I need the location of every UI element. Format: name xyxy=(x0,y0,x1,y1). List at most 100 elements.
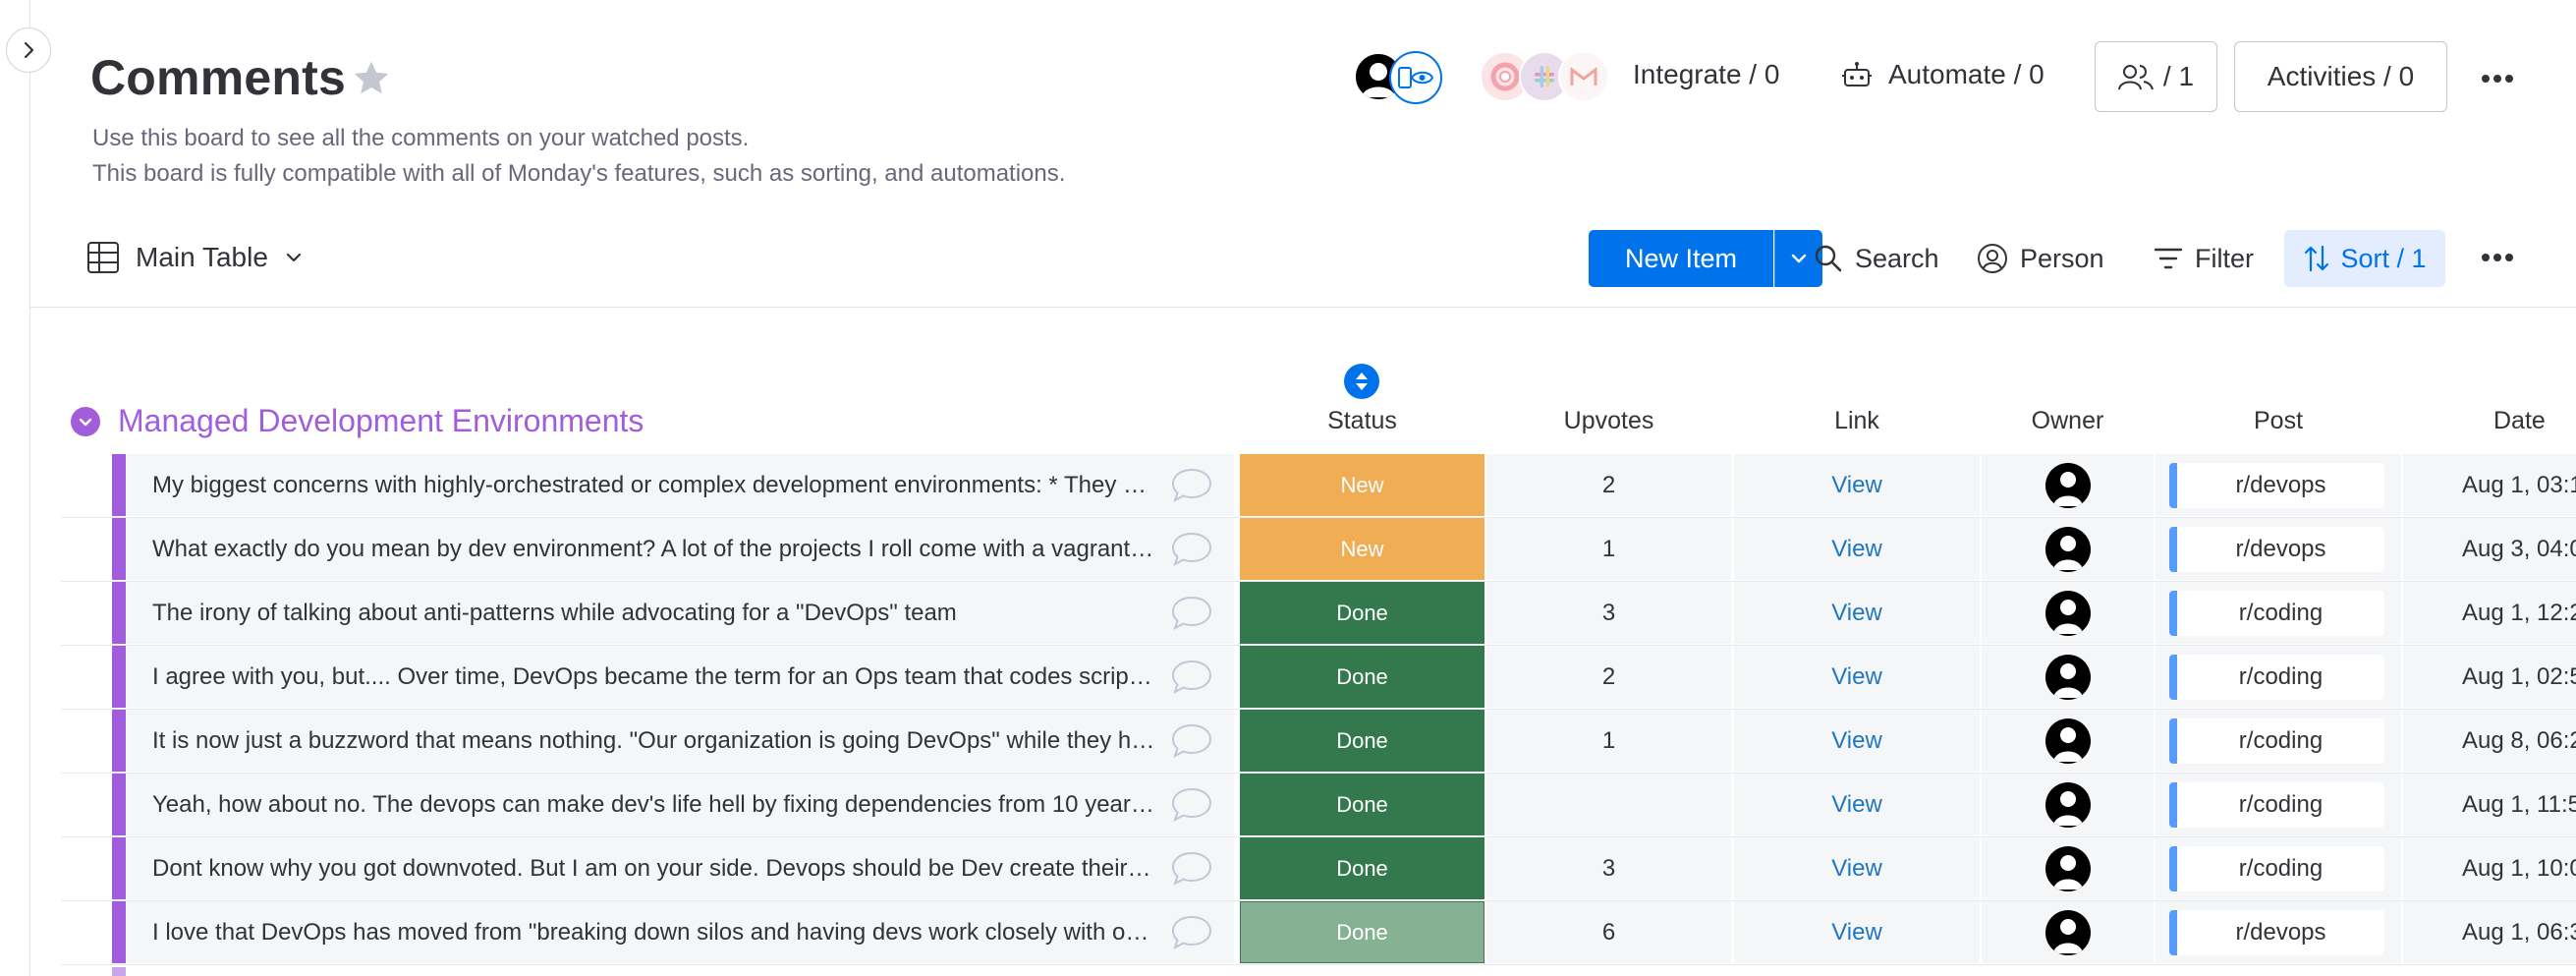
link-cell[interactable]: View xyxy=(1734,774,1980,835)
favorite-star-icon[interactable] xyxy=(350,57,393,100)
link-cell[interactable]: View xyxy=(1734,837,1980,899)
comment-bubble-icon[interactable] xyxy=(1169,849,1214,889)
board-title[interactable]: Comments xyxy=(90,49,346,106)
comment-bubble-icon[interactable] xyxy=(1169,658,1214,697)
status-cell[interactable]: Done xyxy=(1240,901,1484,963)
post-tag[interactable]: r/devops xyxy=(2169,463,2384,508)
table-row[interactable]: I agree with you, but.... Over time, Dev… xyxy=(0,646,2576,710)
new-item-button[interactable]: New Item xyxy=(1589,230,1773,287)
post-tag[interactable]: r/coding xyxy=(2169,782,2384,828)
activities-button[interactable]: Activities / 0 xyxy=(2234,41,2447,112)
column-header-status[interactable]: Status xyxy=(1240,407,1484,435)
gmail-logo-icon xyxy=(1558,51,1609,102)
board-members-avatars[interactable] xyxy=(1354,49,1448,104)
upvotes-cell[interactable]: 6 xyxy=(1486,901,1731,963)
integrate-button[interactable]: Integrate / 0 xyxy=(1633,59,1779,90)
column-header-post[interactable]: Post xyxy=(2156,407,2401,435)
board-more-options-icon[interactable] xyxy=(2476,57,2519,100)
status-cell[interactable]: Done xyxy=(1240,582,1484,644)
table-row[interactable]: I love that DevOps has moved from "break… xyxy=(0,901,2576,965)
status-cell[interactable]: New xyxy=(1240,518,1484,580)
post-tag[interactable]: r/devops xyxy=(2169,527,2384,572)
search-button[interactable]: Search xyxy=(1814,234,1939,283)
item-name[interactable]: It is now just a buzzword that means not… xyxy=(152,727,1156,755)
upvotes-cell[interactable]: 2 xyxy=(1486,454,1731,516)
status-cell[interactable]: Done xyxy=(1240,837,1484,899)
owner-cell[interactable] xyxy=(1982,454,2154,516)
integration-logos[interactable] xyxy=(1480,49,1613,104)
table-row[interactable]: Dont know why you got downvoted. But I a… xyxy=(0,837,2576,901)
item-name[interactable]: Dont know why you got downvoted. But I a… xyxy=(152,855,1156,883)
comment-bubble-icon[interactable] xyxy=(1169,913,1214,952)
toolbar-more-options-icon[interactable] xyxy=(2476,236,2519,279)
post-tag[interactable]: r/coding xyxy=(2169,591,2384,636)
date-text: Aug 3, 04:0 xyxy=(2462,536,2576,562)
column-header-link[interactable]: Link xyxy=(1734,407,1980,435)
upvotes-cell[interactable]: 3 xyxy=(1486,837,1731,899)
item-name[interactable]: My biggest concerns with highly-orchestr… xyxy=(152,472,1156,499)
owner-avatar xyxy=(2044,590,2091,636)
post-tag[interactable]: r/devops xyxy=(2169,910,2384,955)
comment-bubble-icon[interactable] xyxy=(1169,530,1214,569)
link-cell[interactable]: View xyxy=(1734,518,1980,580)
table-row[interactable]: My biggest concerns with highly-orchestr… xyxy=(0,454,2576,518)
owner-cell[interactable] xyxy=(1982,646,2154,708)
filter-label: Filter xyxy=(2195,243,2254,273)
expand-sidebar-button[interactable] xyxy=(6,28,51,73)
table-row[interactable]: Yeah, how about no. The devops can make … xyxy=(0,774,2576,837)
row-color-indicator xyxy=(112,901,126,963)
filter-button[interactable]: Filter xyxy=(2154,234,2254,283)
post-tag[interactable]: r/coding xyxy=(2169,846,2384,891)
upvotes-cell[interactable] xyxy=(1486,774,1731,835)
link-cell[interactable]: View xyxy=(1734,582,1980,644)
next-row-indicator xyxy=(112,967,126,976)
upvotes-cell[interactable]: 1 xyxy=(1486,518,1731,580)
status-cell[interactable]: New xyxy=(1240,454,1484,516)
robot-icon xyxy=(1842,62,1872,86)
owner-cell[interactable] xyxy=(1982,837,2154,899)
automate-button[interactable]: Automate / 0 xyxy=(1841,59,2044,90)
owner-cell[interactable] xyxy=(1982,774,2154,835)
item-name[interactable]: The irony of talking about anti-patterns… xyxy=(152,600,1156,627)
view-selector[interactable]: Main Table xyxy=(86,236,304,279)
upvotes-cell[interactable]: 1 xyxy=(1486,710,1731,772)
column-header-date[interactable]: Date xyxy=(2403,407,2576,435)
upvotes-cell[interactable]: 3 xyxy=(1486,582,1731,644)
owner-cell[interactable] xyxy=(1982,901,2154,963)
owner-cell[interactable] xyxy=(1982,518,2154,580)
invite-members-button[interactable]: / 1 xyxy=(2095,41,2217,112)
table-row[interactable]: It is now just a buzzword that means not… xyxy=(0,710,2576,774)
link-cell[interactable]: View xyxy=(1734,454,1980,516)
comment-bubble-icon[interactable] xyxy=(1169,466,1214,505)
upvotes-cell[interactable]: 2 xyxy=(1486,646,1731,708)
person-filter-button[interactable]: Person xyxy=(1977,234,2104,283)
post-tag[interactable]: r/coding xyxy=(2169,655,2384,700)
comment-bubble-icon[interactable] xyxy=(1169,594,1214,633)
owner-cell[interactable] xyxy=(1982,710,2154,772)
post-tag[interactable]: r/coding xyxy=(2169,718,2384,764)
table-row[interactable]: The irony of talking about anti-patterns… xyxy=(0,582,2576,646)
link-cell[interactable]: View xyxy=(1734,901,1980,963)
table-row[interactable]: What exactly do you mean by dev environm… xyxy=(0,518,2576,582)
item-name[interactable]: I agree with you, but.... Over time, Dev… xyxy=(152,663,1156,691)
status-cell[interactable]: Done xyxy=(1240,710,1484,772)
status-cell[interactable]: Done xyxy=(1240,774,1484,835)
item-name[interactable]: I love that DevOps has moved from "break… xyxy=(152,919,1156,947)
date-text: Aug 1, 03:1 xyxy=(2462,472,2576,498)
column-header-owner[interactable]: Owner xyxy=(1982,407,2154,435)
sort-button[interactable]: Sort / 1 xyxy=(2284,230,2445,287)
status-cell[interactable]: Done xyxy=(1240,646,1484,708)
link-cell[interactable]: View xyxy=(1734,710,1980,772)
item-name[interactable]: What exactly do you mean by dev environm… xyxy=(152,536,1156,563)
comment-bubble-icon[interactable] xyxy=(1169,721,1214,761)
board-description-line1: Use this board to see all the comments o… xyxy=(92,125,750,151)
column-sort-indicator-icon[interactable] xyxy=(1344,364,1379,399)
column-header-upvotes[interactable]: Upvotes xyxy=(1486,407,1731,435)
link-cell[interactable]: View xyxy=(1734,646,1980,708)
automate-label: Automate / 0 xyxy=(1888,59,2044,89)
owner-cell[interactable] xyxy=(1982,582,2154,644)
item-name[interactable]: Yeah, how about no. The devops can make … xyxy=(152,791,1156,819)
group-title[interactable]: Managed Development Environments xyxy=(118,403,644,439)
comment-bubble-icon[interactable] xyxy=(1169,785,1214,825)
group-collapse-icon[interactable] xyxy=(71,407,100,436)
